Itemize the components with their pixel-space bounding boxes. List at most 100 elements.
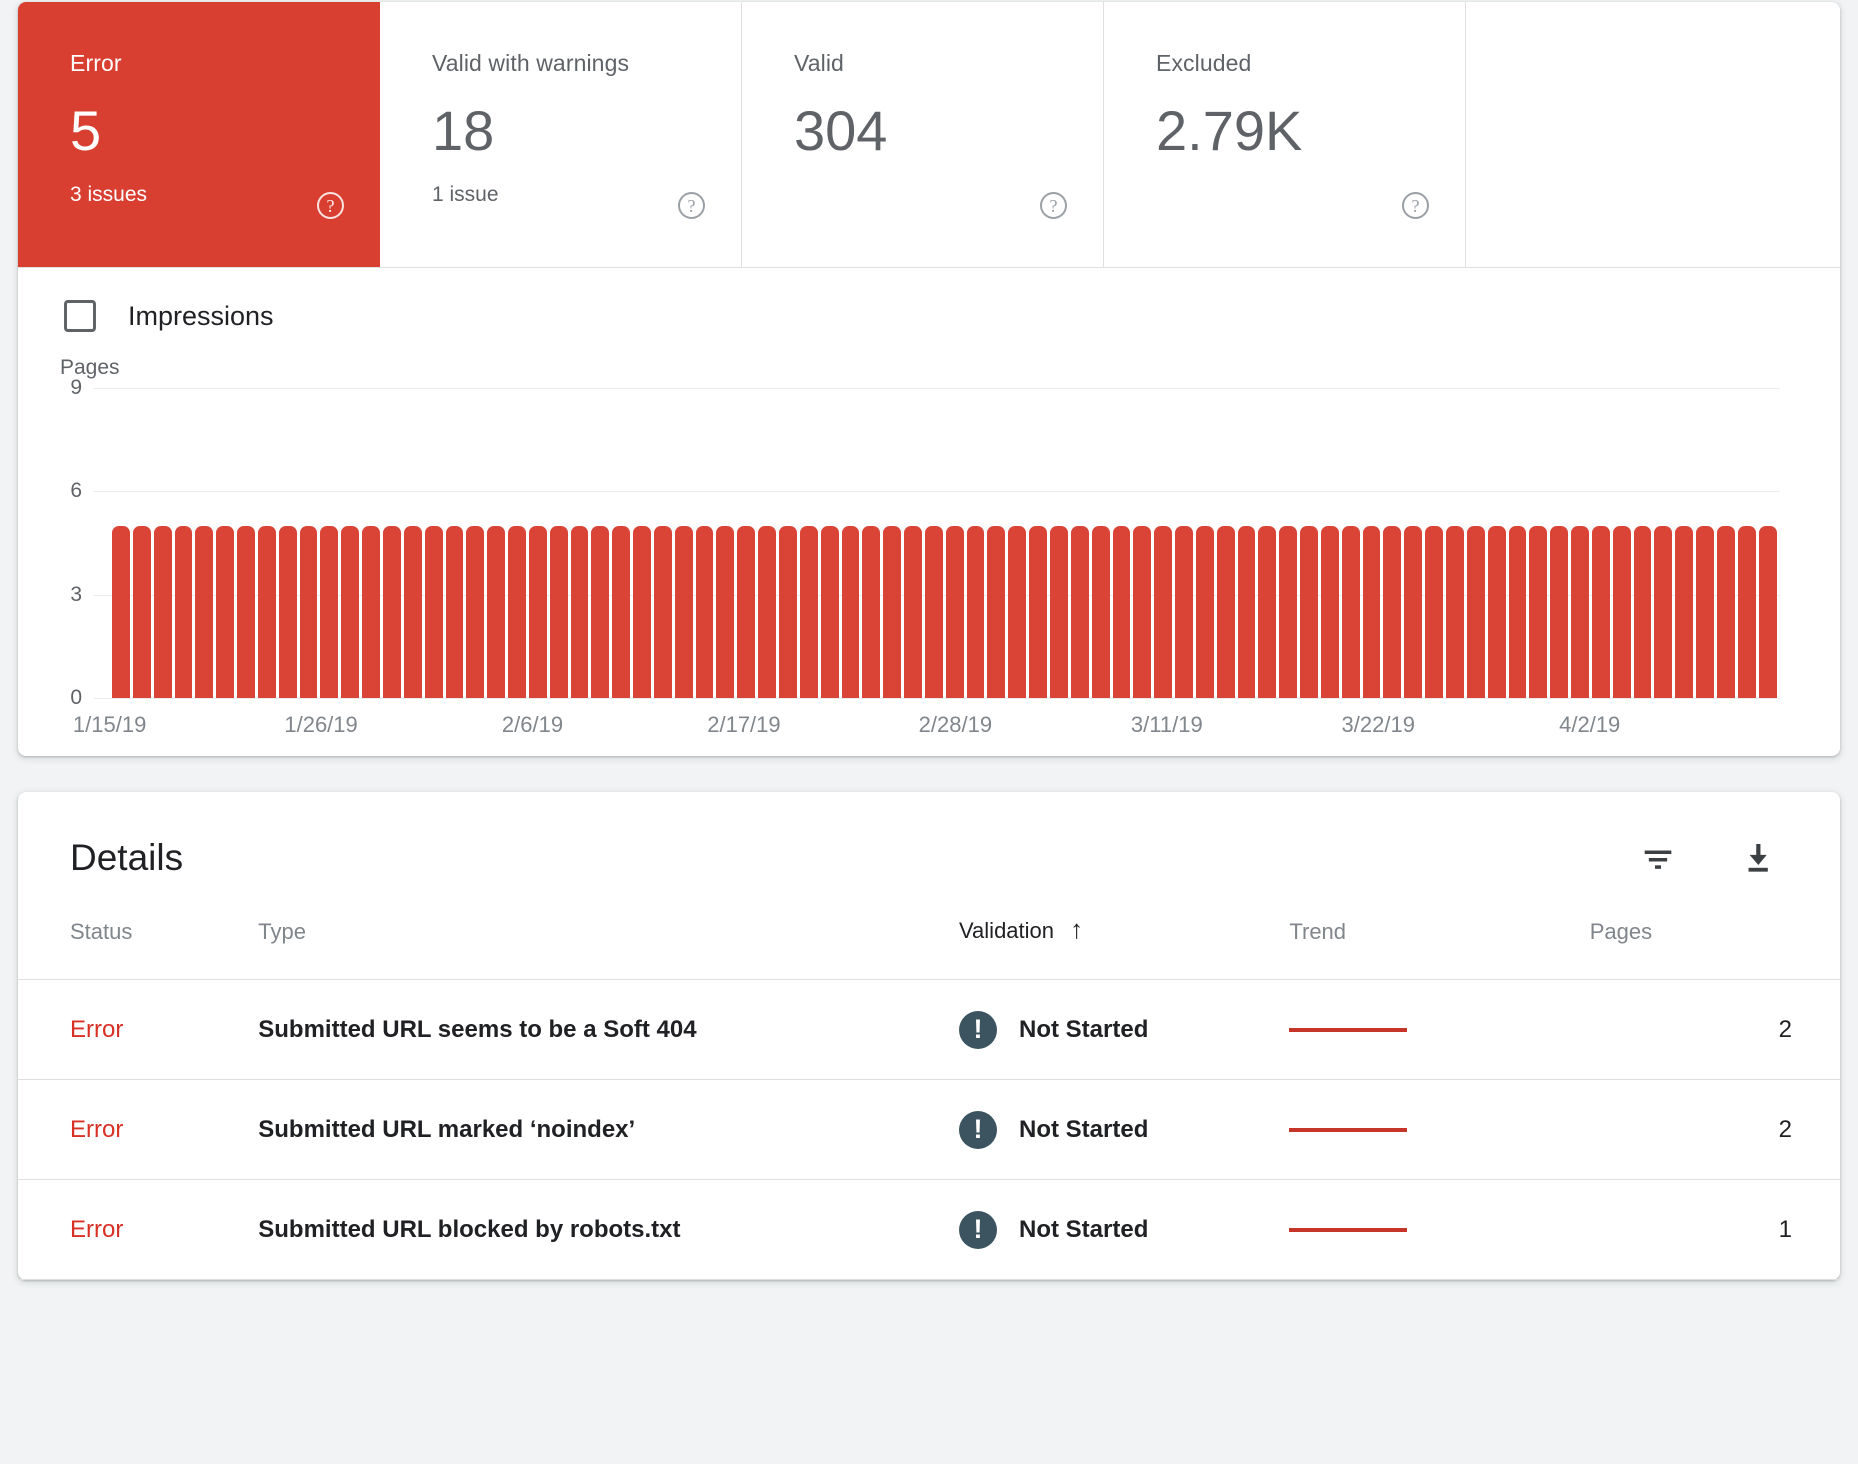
chart-bar[interactable] <box>300 526 318 698</box>
chart-bar[interactable] <box>1717 526 1735 698</box>
chart-bar[interactable] <box>716 526 734 698</box>
chart-bar[interactable] <box>195 526 213 698</box>
chart-bars[interactable] <box>112 388 1776 698</box>
chart-bar[interactable] <box>1029 526 1047 698</box>
chart-bar[interactable] <box>237 526 255 698</box>
chart-bar[interactable] <box>1696 526 1714 698</box>
chart-bar[interactable] <box>696 526 714 698</box>
chart-bar[interactable] <box>112 526 130 698</box>
chart-bar[interactable] <box>1008 526 1026 698</box>
chart-bar[interactable] <box>216 526 234 698</box>
chart-bar[interactable] <box>1759 526 1777 698</box>
summary-card-error[interactable]: Error 5 3 issues ? <box>18 2 380 267</box>
summary-card-excluded[interactable]: Excluded 2.79K ? <box>1104 2 1466 267</box>
chart-bar[interactable] <box>591 526 609 698</box>
issue-type-link[interactable]: Submitted URL blocked by robots.txt <box>258 1216 959 1244</box>
chart-bar[interactable] <box>675 526 693 698</box>
status-badge[interactable]: Error <box>18 1016 258 1044</box>
chart-bar[interactable] <box>529 526 547 698</box>
chart-bar[interactable] <box>1509 526 1527 698</box>
chart-bar[interactable] <box>1092 526 1110 698</box>
chart-bar[interactable] <box>842 526 860 698</box>
column-header-pages[interactable]: Pages <box>1590 914 1840 980</box>
issue-type-link[interactable]: Submitted URL marked ‘noindex’ <box>258 1116 959 1144</box>
chart-bar[interactable] <box>987 526 1005 698</box>
chart-bar[interactable] <box>571 526 589 698</box>
chart-bar[interactable] <box>425 526 443 698</box>
chart-bar[interactable] <box>1279 526 1297 698</box>
chart-bar[interactable] <box>1154 526 1172 698</box>
summary-card-valid[interactable]: Valid 304 ? <box>742 2 1104 267</box>
chart-bar[interactable] <box>508 526 526 698</box>
help-icon[interactable]: ? <box>317 192 344 219</box>
chart-bar[interactable] <box>1675 526 1693 698</box>
chart-bar[interactable] <box>1404 526 1422 698</box>
chart-bar[interactable] <box>1196 526 1214 698</box>
chart-bar[interactable] <box>1217 526 1235 698</box>
help-icon[interactable]: ? <box>1402 192 1429 219</box>
help-icon[interactable]: ? <box>678 192 705 219</box>
chart-bar[interactable] <box>883 526 901 698</box>
table-row[interactable]: ErrorSubmitted URL marked ‘noindex’!Not … <box>18 1080 1840 1180</box>
chart-bar[interactable] <box>133 526 151 698</box>
chart-bar[interactable] <box>1592 526 1610 698</box>
chart-bar[interactable] <box>1467 526 1485 698</box>
chart-bar[interactable] <box>1363 526 1381 698</box>
status-badge[interactable]: Error <box>18 1216 258 1244</box>
impressions-checkbox[interactable] <box>64 300 96 332</box>
issue-type-link[interactable]: Submitted URL seems to be a Soft 404 <box>258 1016 959 1044</box>
chart-bar[interactable] <box>1613 526 1631 698</box>
chart-bar[interactable] <box>154 526 172 698</box>
chart-bar[interactable] <box>1321 526 1339 698</box>
column-header-status[interactable]: Status <box>18 914 258 980</box>
chart-bar[interactable] <box>362 526 380 698</box>
chart-bar[interactable] <box>904 526 922 698</box>
column-header-trend[interactable]: Trend <box>1289 914 1589 980</box>
chart-bar[interactable] <box>341 526 359 698</box>
chart-bar[interactable] <box>862 526 880 698</box>
chart-bar[interactable] <box>654 526 672 698</box>
chart-bar[interactable] <box>279 526 297 698</box>
chart-bar[interactable] <box>1300 526 1318 698</box>
chart-bar[interactable] <box>1175 526 1193 698</box>
chart-bar[interactable] <box>466 526 484 698</box>
chart-bar[interactable] <box>1383 526 1401 698</box>
chart-bar[interactable] <box>633 526 651 698</box>
chart-bar[interactable] <box>1071 526 1089 698</box>
chart-bar[interactable] <box>1488 526 1506 698</box>
chart-bar[interactable] <box>1258 526 1276 698</box>
chart-bar[interactable] <box>779 526 797 698</box>
chart-bar[interactable] <box>758 526 776 698</box>
chart-bar[interactable] <box>1654 526 1672 698</box>
chart-bar[interactable] <box>1113 526 1131 698</box>
chart-bar[interactable] <box>404 526 422 698</box>
chart-bar[interactable] <box>1446 526 1464 698</box>
chart-bar[interactable] <box>446 526 464 698</box>
chart-bar[interactable] <box>1738 526 1756 698</box>
chart-bar[interactable] <box>925 526 943 698</box>
chart-bar[interactable] <box>1133 526 1151 698</box>
column-header-type[interactable]: Type <box>258 914 959 980</box>
chart-bar[interactable] <box>1634 526 1652 698</box>
chart-bar[interactable] <box>175 526 193 698</box>
chart-bar[interactable] <box>737 526 755 698</box>
chart-bar[interactable] <box>946 526 964 698</box>
table-row[interactable]: ErrorSubmitted URL blocked by robots.txt… <box>18 1180 1840 1280</box>
chart-bar[interactable] <box>821 526 839 698</box>
chart-bar[interactable] <box>612 526 630 698</box>
chart-bar[interactable] <box>1550 526 1568 698</box>
chart-bar[interactable] <box>320 526 338 698</box>
status-badge[interactable]: Error <box>18 1116 258 1144</box>
summary-card-valid-with-warnings[interactable]: Valid with warnings 18 1 issue ? <box>380 2 742 267</box>
chart-bar[interactable] <box>1050 526 1068 698</box>
chart-bar[interactable] <box>258 526 276 698</box>
chart-bar[interactable] <box>800 526 818 698</box>
chart-bar[interactable] <box>1425 526 1443 698</box>
download-icon[interactable] <box>1736 836 1780 880</box>
chart-bar[interactable] <box>383 526 401 698</box>
help-icon[interactable]: ? <box>1040 192 1067 219</box>
chart-bar[interactable] <box>1571 526 1589 698</box>
impressions-label[interactable]: Impressions <box>128 301 274 332</box>
chart-bar[interactable] <box>1342 526 1360 698</box>
chart-bar[interactable] <box>967 526 985 698</box>
